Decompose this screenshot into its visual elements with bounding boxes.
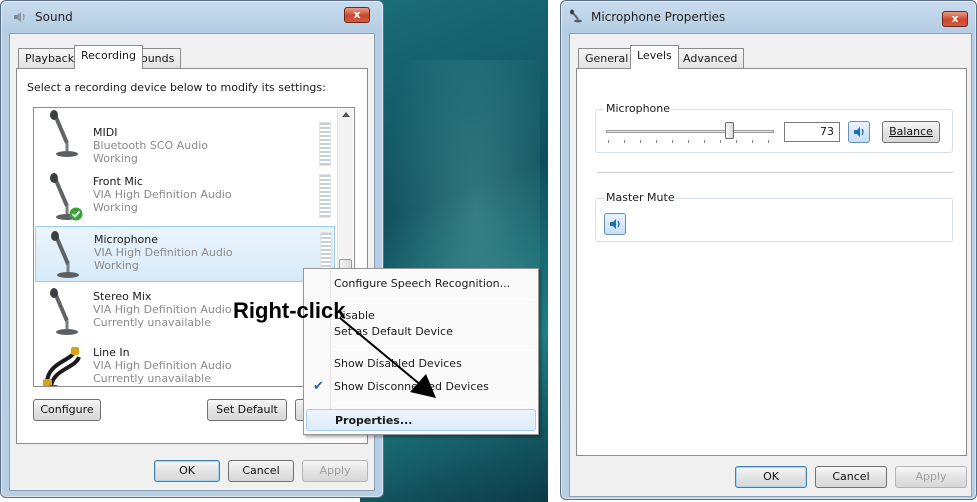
menu-item-properties[interactable]: Properties...: [306, 409, 536, 431]
device-driver: VIA High Definition Audio: [94, 246, 233, 259]
list-item-selected[interactable]: Microphone VIA High Definition Audio Wor…: [35, 226, 335, 282]
context-menu: Configure Speech Recognition... Disable …: [303, 268, 539, 435]
device-driver: VIA High Definition Audio: [93, 303, 232, 316]
cancel-button[interactable]: Cancel: [228, 460, 294, 482]
master-mute-group: Master Mute: [595, 191, 953, 242]
tab-playback[interactable]: Playback: [18, 48, 82, 68]
microphone-group: Microphone 73 Balance: [595, 102, 953, 153]
right-click-annotation: Right-click: [233, 298, 346, 323]
scroll-up-arrow-icon[interactable]: [342, 112, 350, 117]
microphone-mute-button[interactable]: [848, 121, 870, 143]
device-name: MIDI: [93, 126, 118, 139]
tab-general[interactable]: General: [578, 48, 636, 68]
mic-cancel-button[interactable]: Cancel: [815, 466, 887, 488]
menu-item-set-default[interactable]: Set as Default Device: [304, 321, 538, 343]
device-driver: VIA High Definition Audio: [93, 188, 232, 201]
device-status: Working: [94, 259, 139, 272]
menu-separator: [332, 299, 534, 300]
device-status: Currently unavailable: [93, 316, 211, 329]
level-meter: [319, 174, 331, 218]
device-status: Currently unavailable: [93, 372, 211, 385]
mic-properties-title: Microphone Properties: [591, 10, 726, 24]
context-menu-gutter: [330, 271, 331, 432]
tab-advanced[interactable]: Advanced: [676, 48, 745, 68]
master-mute-group-label: Master Mute: [604, 191, 677, 204]
apply-button[interactable]: Apply: [302, 460, 368, 482]
menu-item-configure-speech[interactable]: Configure Speech Recognition...: [304, 273, 538, 295]
device-name: Front Mic: [93, 175, 143, 188]
speaker-icon: [610, 219, 620, 229]
instruction-text: Select a recording device below to modif…: [27, 81, 326, 94]
ok-button[interactable]: OK: [154, 460, 220, 482]
speaker-icon: [854, 127, 864, 137]
set-default-button[interactable]: Set Default: [207, 399, 287, 421]
microphone-level-value[interactable]: 73: [784, 122, 840, 142]
sound-titlebar[interactable]: Sound x: [1, 1, 383, 33]
microphone-properties-dialog: Microphone Properties x General Levels A…: [560, 0, 977, 500]
mic-properties-close-button[interactable]: x: [942, 11, 968, 27]
checkmark-icon: ✔: [313, 379, 324, 394]
menu-separator: [332, 403, 534, 404]
mic-apply-button[interactable]: Apply: [895, 466, 967, 488]
configure-button[interactable]: Configure: [33, 399, 101, 421]
microphone-level-slider[interactable]: [606, 130, 774, 133]
tab-recording[interactable]: Recording: [74, 45, 144, 69]
tab-levels[interactable]: Levels: [630, 45, 679, 69]
menu-item-show-disconnected[interactable]: Show Disconnected Devices: [304, 376, 538, 398]
device-status: Working: [93, 152, 138, 165]
slider-ticks: [608, 140, 772, 143]
green-check-icon: [69, 207, 83, 221]
master-mute-button[interactable]: [604, 213, 626, 235]
level-meter: [319, 122, 331, 166]
menu-separator: [332, 349, 534, 350]
mic-properties-titlebar[interactable]: Microphone Properties x: [561, 1, 976, 33]
left-pane: Sound x Playback Recording Sounds Select…: [0, 0, 548, 502]
sound-close-button[interactable]: x: [344, 7, 370, 23]
microphone-icon: [570, 9, 582, 23]
sound-title: Sound: [35, 10, 73, 24]
device-name: Stereo Mix: [93, 290, 152, 303]
device-name: Line In: [93, 346, 130, 359]
device-driver: VIA High Definition Audio: [93, 359, 232, 372]
mic-ok-button[interactable]: OK: [735, 466, 807, 488]
slider-thumb[interactable]: [724, 122, 734, 139]
list-item[interactable]: MIDI Bluetooth SCO Audio Working: [35, 108, 335, 166]
list-item[interactable]: Front Mic VIA High Definition Audio Work…: [35, 169, 335, 225]
menu-item-show-disabled[interactable]: Show Disabled Devices: [304, 353, 538, 375]
section-divider: [597, 172, 953, 173]
speaker-icon: [14, 12, 25, 22]
list-item[interactable]: Line In VIA High Definition Audio Curren…: [35, 340, 335, 386]
device-status: Working: [93, 201, 138, 214]
microphone-icon: [50, 110, 78, 157]
rca-cable-icon: [43, 347, 81, 386]
device-driver: Bluetooth SCO Audio: [93, 139, 208, 152]
device-name: Microphone: [94, 233, 159, 246]
levels-panel: Microphone 73 Balance Master Mute: [576, 68, 967, 456]
microphone-icon: [51, 231, 79, 278]
mic-properties-client-area: General Levels Advanced Microphone 73 Ba…: [569, 33, 972, 497]
microphone-icon: [50, 288, 78, 335]
balance-button[interactable]: Balance: [882, 121, 940, 143]
microphone-group-label: Microphone: [604, 102, 673, 115]
